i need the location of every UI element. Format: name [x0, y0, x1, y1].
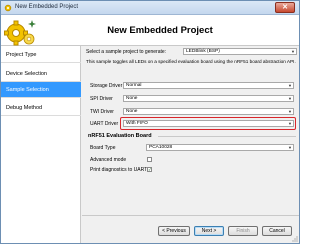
- wizard-header: New Embedded Project: [1, 15, 299, 46]
- storage-driver-label: Storage Driver: [90, 83, 123, 89]
- chevron-down-icon: ▼: [291, 49, 295, 54]
- resize-grip-icon[interactable]: [292, 236, 298, 242]
- chevron-down-icon: ▼: [288, 96, 292, 101]
- spi-driver-label: SPI Driver: [90, 96, 113, 102]
- window-title: New Embedded Project: [15, 4, 79, 10]
- storage-driver-select[interactable]: Normal ▼: [123, 82, 294, 89]
- page-title: New Embedded Project: [107, 25, 213, 36]
- sample-description: This sample toggles all LEDs on a specif…: [86, 59, 296, 64]
- twi-driver-label: TWI Driver: [90, 109, 114, 115]
- chevron-down-icon: ▼: [288, 145, 292, 150]
- uart-driver-select[interactable]: With FIFO ▼: [123, 120, 294, 127]
- sidebar-item-sample-selection[interactable]: Sample Selection: [1, 82, 81, 98]
- advanced-mode-checkbox[interactable]: [147, 157, 152, 162]
- finish-button[interactable]: Finish: [228, 226, 258, 236]
- sample-select-label: Select a sample project to generate:: [86, 49, 167, 55]
- close-icon: ✕: [282, 4, 288, 11]
- cancel-button[interactable]: Cancel: [262, 226, 292, 236]
- sidebar-item-device-selection[interactable]: Device Selection: [1, 66, 81, 82]
- wizard-sidebar: Project Type Device Selection Sample Sel…: [1, 46, 81, 243]
- check-icon: ✓: [148, 167, 152, 172]
- sidebar-item-project-type[interactable]: Project Type: [1, 47, 81, 63]
- spi-driver-select[interactable]: None ▼: [123, 95, 294, 102]
- twi-driver-select[interactable]: None ▼: [123, 108, 294, 115]
- section-divider: [158, 136, 296, 137]
- board-section-title: nRF51 Evaluation Board: [88, 133, 152, 139]
- chevron-down-icon: ▼: [288, 121, 292, 126]
- uart-driver-label: UART Driver: [90, 121, 119, 127]
- close-button[interactable]: ✕: [275, 2, 295, 13]
- dialog-window: New Embedded Project ✕ New Embedded Proj…: [0, 0, 300, 244]
- board-type-select[interactable]: PCA10028 ▼: [146, 144, 294, 151]
- previous-button[interactable]: < Previous: [158, 226, 190, 236]
- print-diagnostics-label: Print diagnostics to UART: [90, 167, 148, 173]
- next-button[interactable]: Next >: [194, 226, 224, 236]
- wizard-content: Select a sample project to generate: LED…: [82, 46, 299, 214]
- wizard-footer: < Previous Next > Finish Cancel: [82, 215, 299, 243]
- sample-select[interactable]: LEDBlink (BSP) ▼: [183, 48, 297, 55]
- chevron-down-icon: ▼: [288, 109, 292, 114]
- board-type-label: Board Type: [90, 145, 116, 151]
- advanced-mode-label: Advanced mode: [90, 157, 127, 163]
- sidebar-item-debug-method[interactable]: Debug Method: [1, 100, 81, 116]
- chevron-down-icon: ▼: [288, 83, 292, 88]
- print-diagnostics-checkbox[interactable]: ✓: [147, 167, 152, 172]
- wizard-gear-icon: [4, 4, 12, 12]
- title-bar[interactable]: New Embedded Project ✕: [1, 1, 299, 15]
